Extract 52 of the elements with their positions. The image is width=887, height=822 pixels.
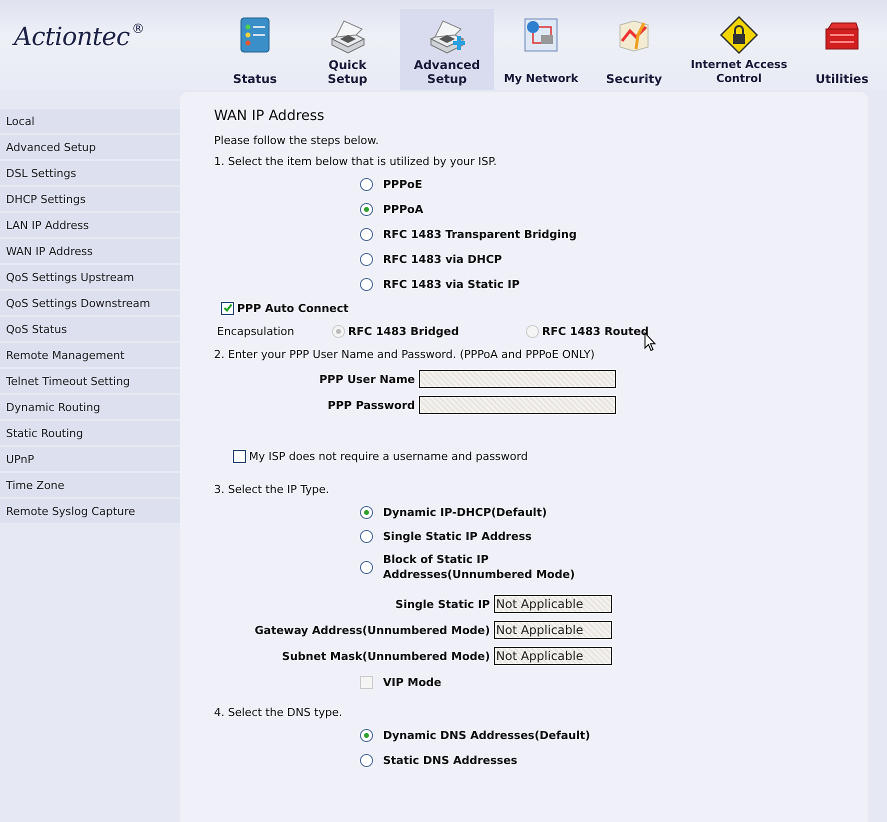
radio-label: RFC 1483 Transparent Bridging: [383, 228, 577, 240]
checkbox-label: PPP Auto Connect: [237, 302, 349, 314]
field-label: PPP User Name: [318, 372, 415, 386]
sidebar-item[interactable]: DHCP Settings: [0, 187, 180, 211]
nav-tab[interactable]: My Network: [494, 9, 588, 90]
sidebar-item[interactable]: LAN IP Address: [0, 213, 180, 237]
instruction-text: Please follow the steps below.: [214, 134, 380, 147]
step-heading: 1. Select the item below that is utilized by your ISP.: [214, 155, 498, 168]
checkbox-label: VIP Mode: [383, 676, 442, 688]
radio-label: Static DNS Addresses: [383, 754, 518, 766]
radio-label: RFC 1483 Routed: [542, 324, 649, 338]
sidebar-item[interactable]: Dynamic Routing: [0, 395, 180, 419]
checkbox-label: My ISP does not require a username and password: [249, 450, 528, 462]
sidebar-item[interactable]: Remote Management: [0, 343, 180, 367]
nav-tab[interactable]: Utilities: [798, 9, 886, 90]
sidebar-item[interactable]: Static Routing: [0, 421, 180, 445]
radio-label: RFC 1483 via Static IP: [383, 278, 520, 290]
sidebar-item[interactable]: Time Zone: [0, 473, 180, 497]
field-label: Single Static IP: [394, 598, 490, 610]
radio-label: Dynamic DNS Addresses(Default): [383, 728, 590, 742]
field-label: Encapsulation: [217, 324, 296, 338]
sidebar-item[interactable]: QoS Settings Downstream: [0, 291, 180, 315]
field-label: PPP Password: [326, 398, 415, 412]
radio-label: RFC 1483 Bridged: [348, 324, 459, 338]
nav-tab[interactable]: Internet Access Control: [680, 9, 798, 90]
field-label: Gateway Address(Unnumbered Mode): [254, 624, 490, 636]
sidebar-item[interactable]: DSL Settings: [0, 161, 180, 185]
nav-tab[interactable]: Advanced Setup: [400, 9, 494, 90]
sidebar-item[interactable]: UPnP: [0, 447, 180, 471]
radio-label: Dynamic IP-DHCP(Default): [383, 504, 548, 520]
logo: Actiontec: [14, 22, 130, 51]
radio-label: Single Static IP Address: [383, 528, 533, 544]
sidebar-item[interactable]: QoS Status: [0, 317, 180, 341]
sidebar-item[interactable]: Remote Syslog Capture: [0, 499, 180, 523]
sidebar-item[interactable]: Advanced Setup: [0, 135, 180, 159]
sidebar-item[interactable]: QoS Settings Upstream: [0, 265, 180, 289]
radio-label: PPPoA: [383, 202, 424, 216]
radio-label: Block of Static IP Addresses(Unnumbered Mode): [383, 552, 576, 582]
step-heading: 2. Enter your PPP User Name and Password. (PPPoA and PPPoE ONLY): [214, 348, 596, 361]
step-heading: 4. Select the DNS type.: [214, 706, 344, 719]
nav-tab[interactable]: Quick Setup: [295, 9, 400, 90]
nav-tab[interactable]: Security: [588, 9, 680, 90]
sidebar-item[interactable]: Telnet Timeout Setting: [0, 369, 180, 393]
sidebar-item[interactable]: Local: [0, 109, 180, 133]
radio-label: RFC 1483 via DHCP: [383, 252, 502, 266]
registered-mark: ®: [132, 22, 145, 37]
radio-label: PPPoE: [383, 178, 422, 190]
page-title: WAN IP Address: [214, 108, 326, 124]
step-heading: 3. Select the IP Type.: [214, 483, 330, 496]
nav-tab[interactable]: Status: [215, 9, 295, 90]
field-label: Subnet Mask(Unnumbered Mode): [281, 650, 490, 662]
sidebar-item[interactable]: WAN IP Address: [0, 239, 180, 263]
